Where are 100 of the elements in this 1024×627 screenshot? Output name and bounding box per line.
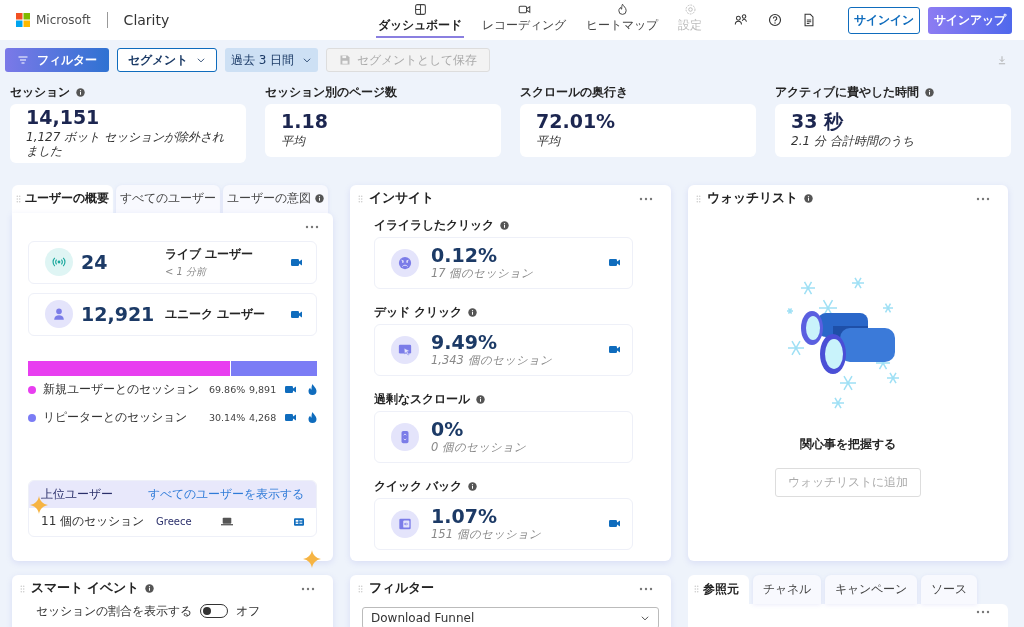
cursor-icon <box>391 335 419 364</box>
insight-note: 1,343 個のセッション <box>431 353 553 369</box>
chevron-icon <box>196 55 206 65</box>
people-icon[interactable] <box>734 13 748 27</box>
info-icon[interactable] <box>468 482 478 492</box>
tab[interactable]: キャンペーン <box>825 574 917 604</box>
insight-value: 9.49% <box>431 331 498 354</box>
insight-label: イライラしたクリック <box>374 217 494 235</box>
insight-label: 過剰なスクロール <box>374 391 470 409</box>
nav-tab[interactable]: ヒートマップ <box>584 3 660 38</box>
funnel-dropdown[interactable]: Download Funnel <box>362 606 659 627</box>
info-icon[interactable] <box>145 584 155 594</box>
filter-icon <box>17 54 29 66</box>
drag-handle-icon[interactable] <box>358 194 363 203</box>
document-icon[interactable] <box>802 13 816 27</box>
view-all-link[interactable]: すべてのユーザーを表示する <box>148 485 304 503</box>
tab[interactable]: ユーザーの概要 <box>12 184 113 213</box>
video-camera-icon[interactable] <box>609 258 620 268</box>
info-icon[interactable] <box>468 308 478 318</box>
insight-label: クイック バック <box>374 478 463 496</box>
more-options-icon[interactable] <box>639 196 653 201</box>
toggle-label: セッションの割合を表示する <box>36 602 192 620</box>
stat-label: ユニーク ユーザー <box>165 305 267 323</box>
metric-note: 1,127 ボット セッションが除外されました <box>26 129 225 159</box>
date-range-dropdown[interactable]: 過去 3 日間 <box>225 48 319 72</box>
insight-note: 17 個のセッション <box>431 266 535 282</box>
stat-note: < 1 分前 <box>165 264 208 279</box>
stat-value: 24 <box>81 251 109 274</box>
tab[interactable]: 参照元 <box>688 574 749 604</box>
metric-value: 33 秒 <box>791 111 845 134</box>
drag-handle-icon[interactable] <box>696 194 701 203</box>
metric-value: 1.18 <box>281 111 329 134</box>
metric-label: セッション <box>10 83 70 101</box>
video-camera-icon[interactable] <box>291 309 302 319</box>
drag-handle-icon[interactable] <box>16 194 21 203</box>
sad-face-icon <box>391 248 419 277</box>
drag-handle-icon[interactable] <box>20 584 25 593</box>
tab[interactable]: ソース <box>921 574 977 604</box>
info-icon[interactable] <box>500 221 509 231</box>
toggle-state: オフ <box>236 602 260 620</box>
video-camera-icon[interactable] <box>285 413 296 423</box>
empty-state-message: 関心事を把握する <box>800 435 896 453</box>
info-icon[interactable] <box>76 87 85 97</box>
table-cell-text: 11 個のセッション <box>41 513 146 531</box>
video-camera-icon[interactable] <box>285 385 296 395</box>
person-icon <box>45 300 73 329</box>
flame-icon <box>615 3 629 16</box>
more-options-icon[interactable] <box>976 196 990 201</box>
dashboard-icon <box>413 3 427 16</box>
info-icon[interactable] <box>925 87 934 97</box>
panel-title: ウォッチリスト <box>707 190 798 208</box>
stat-value: 12,921 <box>81 303 156 326</box>
more-options-icon[interactable] <box>305 224 319 229</box>
video-camera-icon[interactable] <box>291 257 302 267</box>
metric-note: 平均 <box>536 134 562 149</box>
sparkle-icon <box>303 549 321 568</box>
more-options-icon[interactable] <box>639 586 653 591</box>
tab[interactable]: すべてのユーザー <box>116 184 220 213</box>
logo-icon <box>16 13 30 27</box>
legend-percent: 30.14% <box>209 412 247 424</box>
stat-label: ライブ ユーザー <box>165 245 255 263</box>
metric-label: スクロールの奥行き <box>520 83 628 101</box>
info-icon[interactable] <box>476 395 485 405</box>
nav-tab[interactable]: ダッシュボード <box>376 3 464 38</box>
filter-button[interactable]: フィルター <box>5 48 109 72</box>
legend-label: 新規ユーザーとのセッション <box>43 381 200 399</box>
help-icon[interactable] <box>768 13 782 27</box>
flame-icon[interactable] <box>308 412 317 424</box>
video-camera-icon[interactable] <box>609 519 620 529</box>
nav-tab[interactable]: レコーディング <box>480 3 568 38</box>
tab[interactable]: チャネル <box>753 574 821 604</box>
more-options-icon[interactable] <box>301 586 315 591</box>
broadcast-icon <box>45 248 73 277</box>
more-options-icon[interactable] <box>976 609 990 614</box>
sign-up-button[interactable]: サインアップ <box>928 6 1012 34</box>
insight-note: 151 個のセッション <box>431 527 542 543</box>
drag-handle-icon[interactable] <box>358 584 363 593</box>
metric-value: 72.01% <box>536 111 617 134</box>
video-camera-icon <box>517 3 531 16</box>
legend-label: リピーターとのセッション <box>43 409 188 427</box>
video-camera-icon[interactable] <box>609 345 620 355</box>
info-icon[interactable] <box>804 194 813 204</box>
id-card-icon[interactable] <box>294 517 304 526</box>
laptop-icon <box>221 517 233 527</box>
tab[interactable]: ユーザーの意図 <box>223 184 328 213</box>
legend-count: 9,891 <box>249 384 278 396</box>
phone-scroll-icon <box>391 422 419 451</box>
toggle-switch[interactable] <box>200 604 228 619</box>
flame-icon[interactable] <box>308 384 317 396</box>
panel-title: インサイト <box>369 190 434 208</box>
settings-icon <box>683 3 697 16</box>
sign-in-button[interactable]: サインイン <box>848 6 920 34</box>
info-icon[interactable] <box>315 194 324 204</box>
metric-label: アクティブに費やした時間 <box>775 83 919 101</box>
panel-title: フィルター <box>369 580 434 598</box>
insight-value: 1.07% <box>431 505 498 528</box>
segment-dropdown[interactable]: セグメント <box>117 48 217 72</box>
drag-handle-icon[interactable] <box>694 585 699 594</box>
metric-note: 平均 <box>281 134 307 149</box>
chevron-icon <box>302 55 313 65</box>
